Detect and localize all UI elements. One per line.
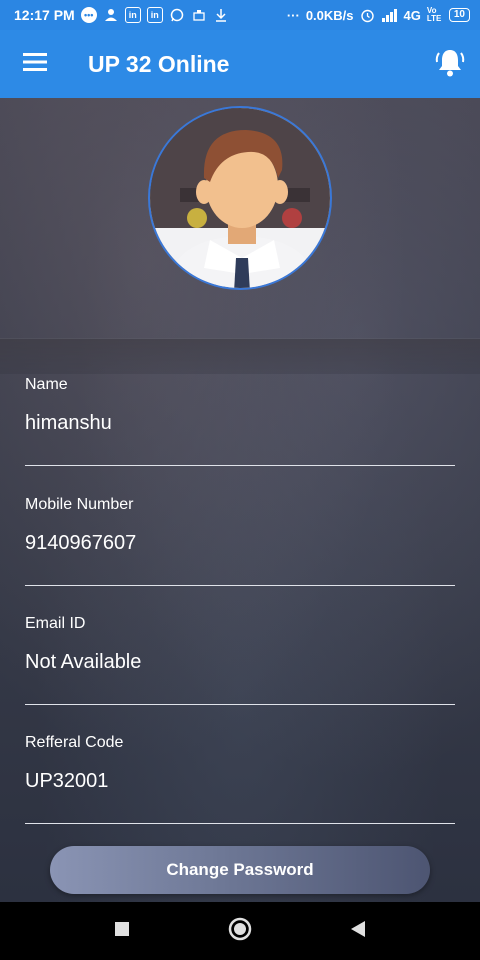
referral-field: Refferal Code UP32001 (25, 734, 455, 824)
page-title: UP 32 Online (88, 50, 230, 77)
profile-content: Name himanshu Mobile Number 9140967607 E… (0, 98, 480, 902)
messenger-icon: ••• (80, 7, 97, 23)
status-bar: 12:17 PM ••• in in ··· 0.0KB/s 4G Vo LTE… (0, 0, 480, 30)
name-label: Name (25, 376, 68, 393)
battery-indicator: 10 (448, 8, 470, 22)
home-circle-icon (228, 917, 252, 946)
more-icon: ··· (286, 7, 300, 23)
mobile-label: Mobile Number (25, 496, 134, 513)
notification-button[interactable] (420, 30, 480, 98)
hamburger-menu-icon (23, 52, 47, 76)
recents-button[interactable] (102, 911, 142, 951)
name-value: himanshu (25, 412, 112, 434)
background-image (0, 338, 480, 374)
net-speed: 0.0KB/s (305, 7, 354, 23)
home-button[interactable] (220, 911, 260, 951)
usb-icon (191, 7, 207, 23)
change-password-button[interactable]: Change Password (50, 846, 430, 894)
app-bar: UP 32 Online (0, 30, 480, 98)
email-label: Email ID (25, 615, 86, 632)
person-icon (103, 7, 119, 23)
back-triangle-icon (350, 920, 366, 943)
mobile-value: 9140967607 (25, 532, 137, 554)
email-field: Email ID Not Available (25, 615, 455, 705)
linkedin-icon: in (124, 7, 141, 23)
notification-icons: ••• in in (80, 7, 229, 23)
recents-square-icon (114, 921, 130, 942)
alarm-icon (360, 7, 376, 23)
email-value: Not Available (25, 651, 142, 673)
status-time: 12:17 PM (14, 7, 75, 23)
avatar-illustration (150, 108, 330, 288)
network-type: 4G (403, 7, 421, 23)
avatar (148, 106, 332, 290)
signal-icon (381, 7, 398, 23)
referral-value: UP32001 (25, 770, 109, 792)
back-button[interactable] (338, 911, 378, 951)
status-right: ··· 0.0KB/s 4G Vo LTE 10 (287, 7, 470, 23)
referral-label: Refferal Code (25, 734, 124, 751)
name-field: Name himanshu (25, 376, 455, 466)
mobile-field: Mobile Number 9140967607 (25, 496, 455, 586)
whatsapp-icon (169, 7, 185, 23)
menu-button[interactable] (0, 30, 70, 98)
bell-icon (433, 45, 467, 84)
download-icon (213, 7, 229, 23)
volte-indicator: Vo LTE (426, 6, 442, 23)
system-nav-bar (0, 902, 480, 960)
linkedin-icon: in (146, 7, 163, 23)
